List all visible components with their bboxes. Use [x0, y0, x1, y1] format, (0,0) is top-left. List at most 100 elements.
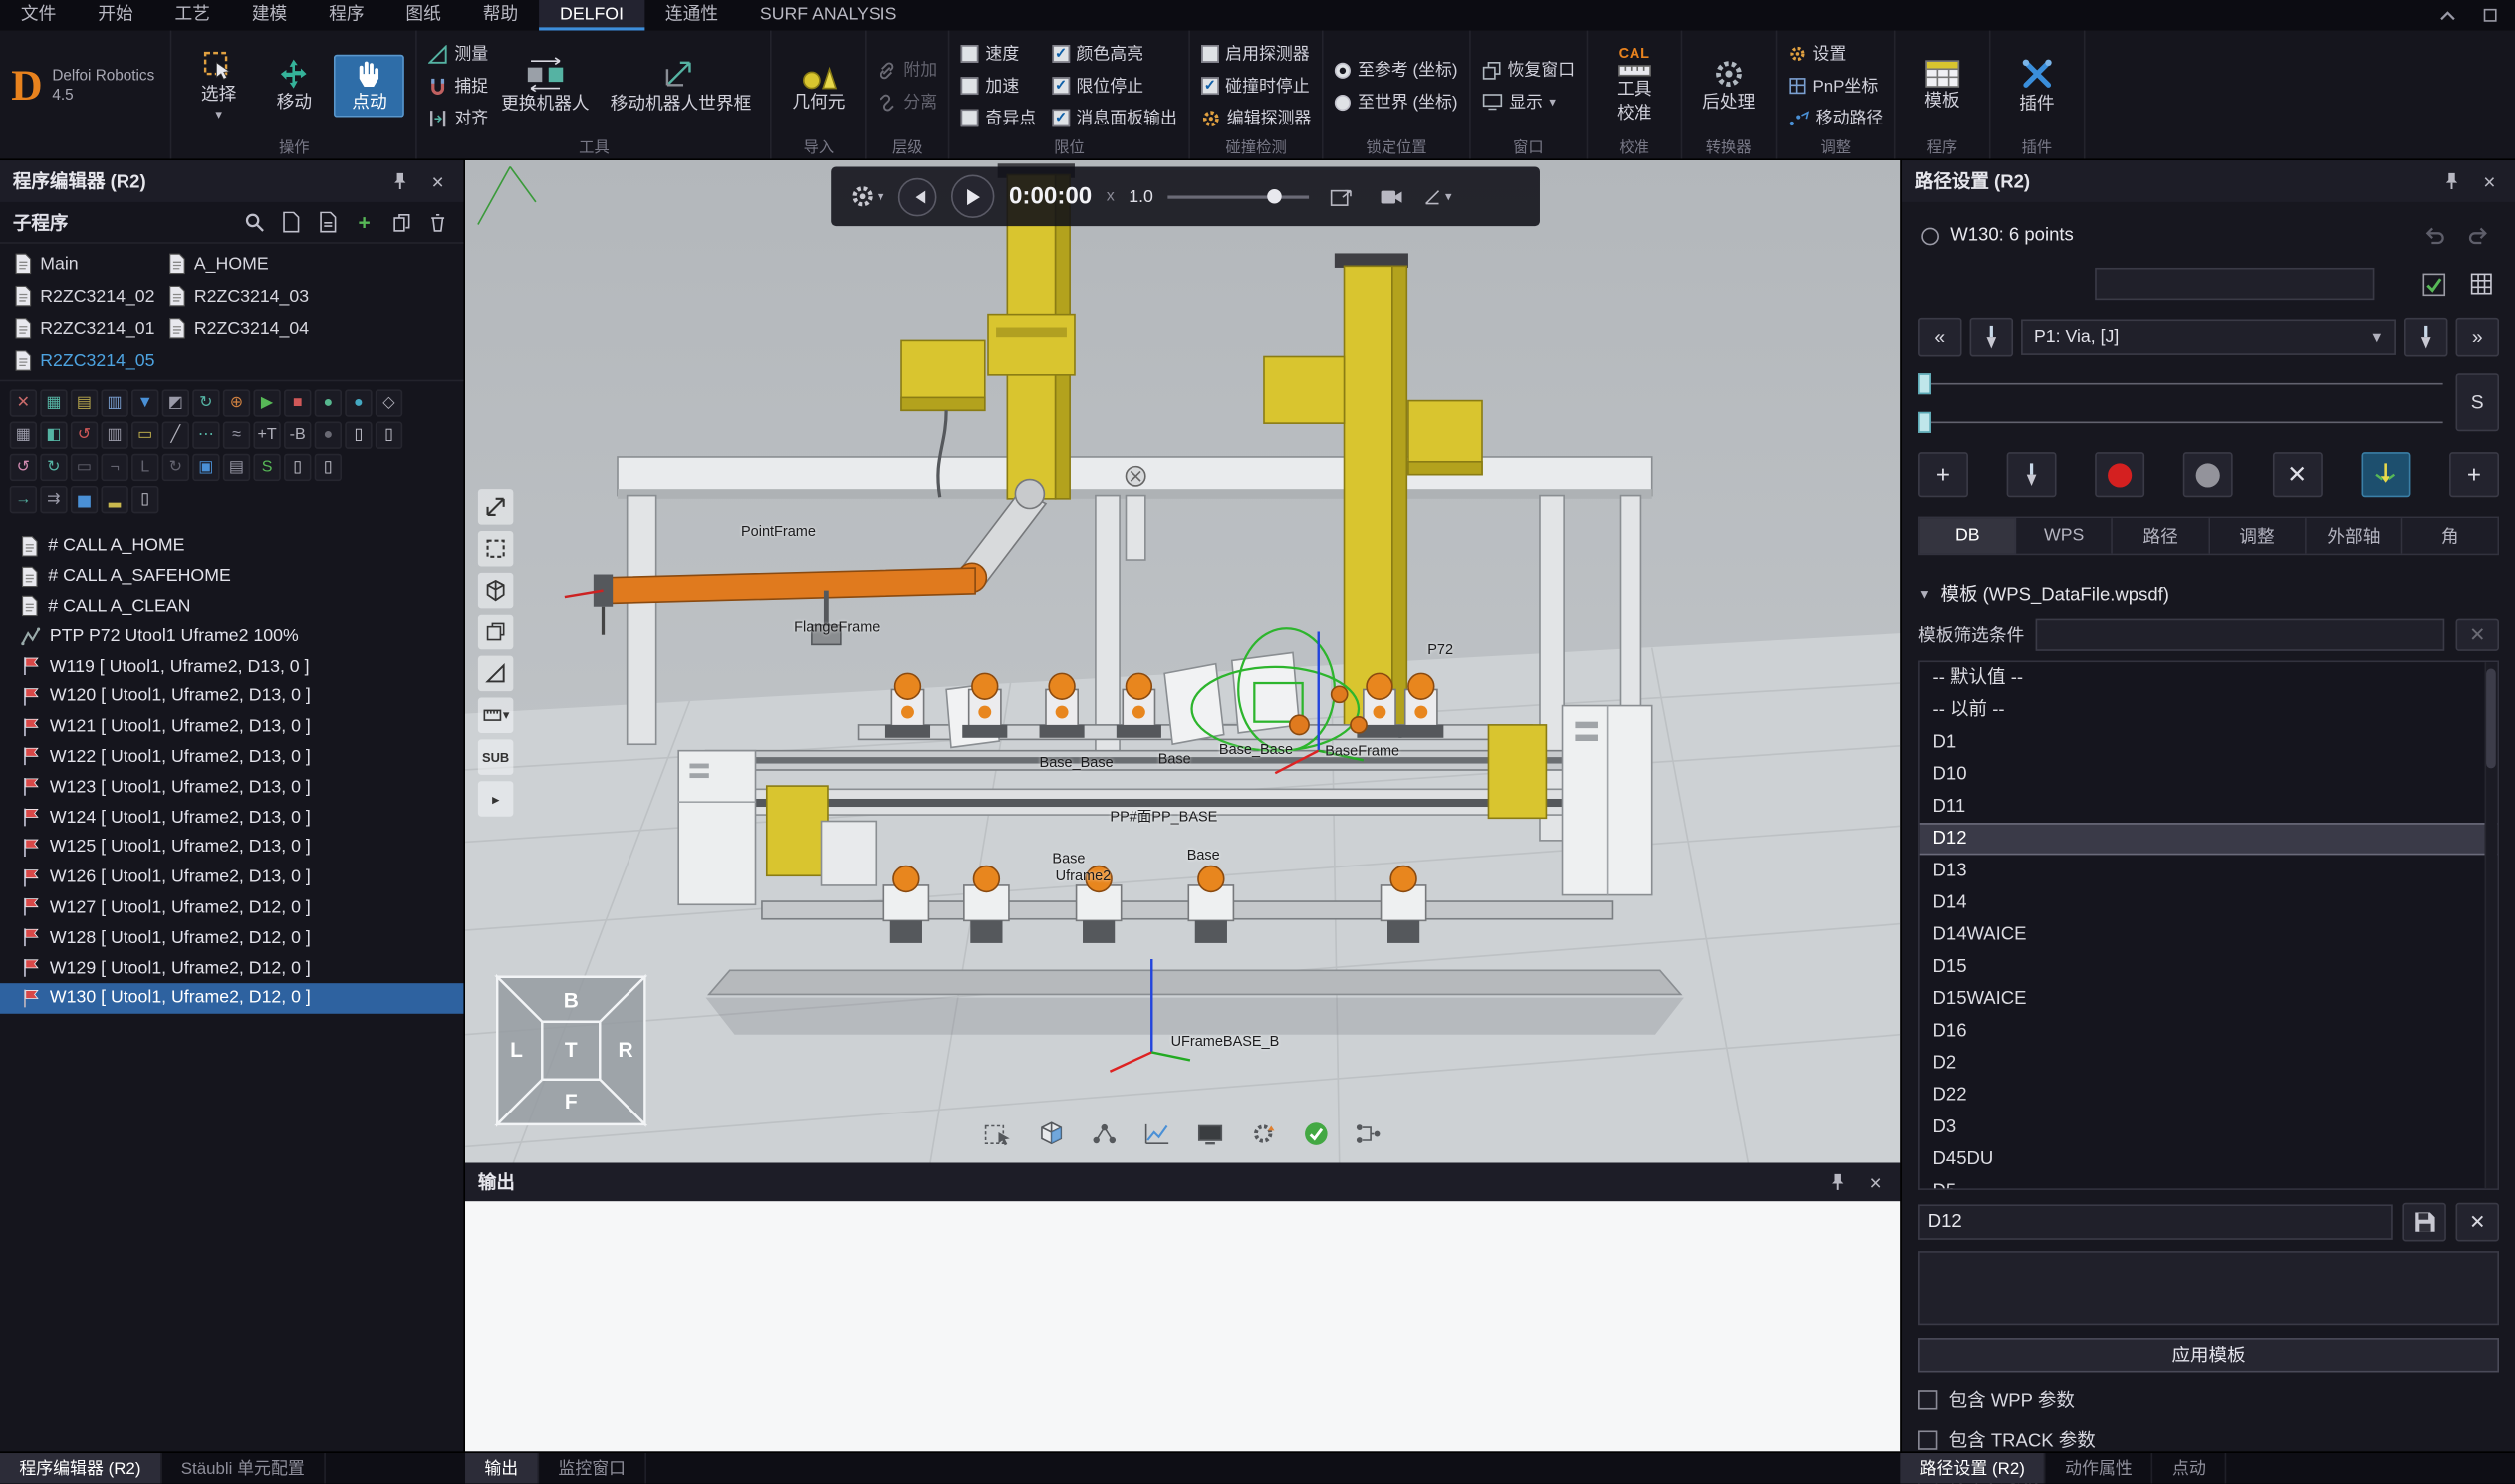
search-icon[interactable]: [241, 209, 267, 235]
template-item[interactable]: D45DU: [1920, 1143, 2498, 1175]
tool-icon[interactable]: ↺: [71, 422, 98, 449]
scrollbar-thumb[interactable]: [2486, 669, 2496, 769]
view-cube-right[interactable]: R: [619, 1039, 633, 1062]
tool-icon[interactable]: +T: [253, 422, 280, 449]
menu-item-帮助[interactable]: 帮助: [462, 0, 539, 31]
validate-check-icon[interactable]: [1296, 1117, 1335, 1149]
tool-icon[interactable]: ▯: [376, 422, 402, 449]
color-highlight-checkbox[interactable]: ✓颜色高亮: [1052, 41, 1177, 67]
flow-icon[interactable]: [1349, 1117, 1387, 1149]
selection-radio-icon[interactable]: [1921, 227, 1939, 245]
subprogram-item[interactable]: R2ZC3214_05: [14, 350, 168, 371]
jog-tool-button[interactable]: 点动: [335, 55, 405, 118]
record-video-icon[interactable]: [1374, 179, 1408, 214]
limit-stop-checkbox[interactable]: ✓限位停止: [1052, 73, 1177, 99]
postprocess-button[interactable]: 后处理: [1693, 55, 1764, 118]
bottom-tab-点动[interactable]: 点动: [2153, 1453, 2227, 1484]
close-icon[interactable]: ×: [2476, 168, 2502, 194]
probe-start-icon[interactable]: [1970, 318, 2013, 357]
point-selector-dropdown[interactable]: P1: Via, [J] ▼: [2021, 319, 2396, 354]
tool-icon[interactable]: ◩: [162, 389, 189, 416]
collapse-ribbon-icon[interactable]: [2435, 2, 2461, 28]
tool-calibration-button[interactable]: CAL 工具 校准: [1599, 43, 1669, 129]
jog-to-point-button[interactable]: [2361, 452, 2410, 497]
accel-checkbox[interactable]: ✓加速: [961, 73, 1036, 99]
include-wpp-checkbox[interactable]: 包含 WPP 参数: [1918, 1387, 2499, 1413]
move-robot-world-frame-button[interactable]: 移动机器人世界框: [603, 53, 760, 119]
probe-end-icon[interactable]: [2404, 318, 2447, 357]
template-item[interactable]: D14WAICE: [1920, 919, 2498, 951]
statement-row[interactable]: W130 [ Utool1, Uframe2, D12, 0 ]: [0, 983, 463, 1013]
monitor-icon[interactable]: [1190, 1117, 1229, 1149]
display-button[interactable]: 显示▾: [1482, 89, 1575, 115]
slider-handle[interactable]: [1267, 188, 1281, 202]
pnp-coords-button[interactable]: PnP坐标: [1788, 73, 1883, 99]
template-item[interactable]: D10: [1920, 759, 2498, 791]
statement-row[interactable]: # CALL A_SAFEHOME: [0, 561, 463, 591]
view-cube-left[interactable]: L: [510, 1039, 523, 1062]
template-item[interactable]: -- 默认值 --: [1920, 662, 2498, 694]
tool-icon[interactable]: ▯: [345, 422, 372, 449]
sub-view-button[interactable]: SUB: [478, 739, 513, 774]
next-point-button[interactable]: »: [2456, 318, 2499, 357]
menu-item-DELFOI[interactable]: DELFOI: [539, 0, 644, 31]
template-item[interactable]: D22: [1920, 1080, 2498, 1112]
tab-调整[interactable]: 调整: [2209, 518, 2306, 553]
select-mode-icon[interactable]: [978, 1117, 1017, 1149]
cube-view-icon[interactable]: [478, 573, 513, 608]
menu-item-工艺[interactable]: 工艺: [154, 0, 231, 31]
rewind-button[interactable]: [898, 177, 937, 216]
tool-icon[interactable]: ▂: [101, 486, 127, 513]
statement-row[interactable]: W119 [ Utool1, Uframe2, D13, 0 ]: [0, 651, 463, 681]
point-table-icon[interactable]: [2464, 266, 2499, 301]
subprogram-item[interactable]: R2ZC3214_04: [168, 318, 463, 339]
tool-icon[interactable]: ◇: [376, 389, 402, 416]
subprogram-item[interactable]: A_HOME: [168, 253, 463, 274]
tool-icon[interactable]: ↺: [10, 454, 37, 481]
enable-detector-checkbox[interactable]: ✓启用探测器: [1201, 41, 1311, 67]
menu-item-文件[interactable]: 文件: [0, 0, 77, 31]
tool-icon[interactable]: ●: [315, 389, 342, 416]
statement-row[interactable]: W127 [ Utool1, Uframe2, D12, 0 ]: [0, 892, 463, 922]
tab-外部轴[interactable]: 外部轴: [2306, 518, 2402, 553]
template-item[interactable]: D15WAICE: [1920, 983, 2498, 1015]
tool-icon[interactable]: ▥: [101, 389, 127, 416]
tool-icon[interactable]: ▅: [71, 486, 98, 513]
include-track-checkbox[interactable]: 包含 TRACK 参数: [1918, 1427, 2499, 1453]
template-item[interactable]: D1: [1920, 727, 2498, 759]
to-reference-radio[interactable]: 至参考 (坐标): [1335, 57, 1457, 83]
message-output-checkbox[interactable]: ✓消息面板输出: [1052, 105, 1177, 130]
move-tool-button[interactable]: 移动: [259, 55, 330, 118]
singularity-checkbox[interactable]: ✓奇异点: [961, 105, 1036, 130]
bottom-tab-Stäubli 单元配置[interactable]: Stäubli 单元配置: [161, 1453, 325, 1484]
tool-icon[interactable]: ▭: [71, 454, 98, 481]
plugin-button[interactable]: 插件: [2001, 53, 2072, 119]
bottom-tab-输出[interactable]: 输出: [465, 1453, 539, 1484]
tool-icon[interactable]: ↻: [162, 454, 189, 481]
statement-row[interactable]: # CALL A_HOME: [0, 531, 463, 561]
template-item[interactable]: D3: [1920, 1112, 2498, 1143]
tool-icon[interactable]: ▦: [40, 389, 67, 416]
fit-view-icon[interactable]: [478, 489, 513, 524]
edit-detector-button[interactable]: 编辑探测器: [1201, 105, 1311, 130]
slider-handle[interactable]: [1918, 412, 1931, 433]
insert-point-button[interactable]: +: [2449, 452, 2499, 497]
tool-icon[interactable]: ▥: [101, 422, 127, 449]
tool-icon[interactable]: ≈: [223, 422, 250, 449]
settings-button[interactable]: 设置: [1788, 41, 1883, 67]
pin-icon[interactable]: [386, 168, 412, 194]
window-restore-icon[interactable]: [2476, 2, 2502, 28]
tool-icon[interactable]: ▼: [131, 389, 158, 416]
tool-icon[interactable]: ↻: [40, 454, 67, 481]
menu-item-图纸[interactable]: 图纸: [384, 0, 461, 31]
statement-row[interactable]: # CALL A_CLEAN: [0, 592, 463, 621]
view-cube[interactable]: B L T R F: [494, 974, 648, 1128]
add-point-button[interactable]: +: [1918, 452, 1968, 497]
attach-button[interactable]: 附加: [879, 57, 938, 83]
snap-button[interactable]: 捕捉: [429, 73, 489, 99]
statement-row[interactable]: W123 [ Utool1, Uframe2, D13, 0 ]: [0, 772, 463, 802]
tool-icon[interactable]: ●: [345, 389, 372, 416]
swap-robot-button[interactable]: 更换机器人: [493, 53, 598, 119]
template-item[interactable]: D2: [1920, 1048, 2498, 1080]
s-button[interactable]: S: [2456, 373, 2499, 431]
